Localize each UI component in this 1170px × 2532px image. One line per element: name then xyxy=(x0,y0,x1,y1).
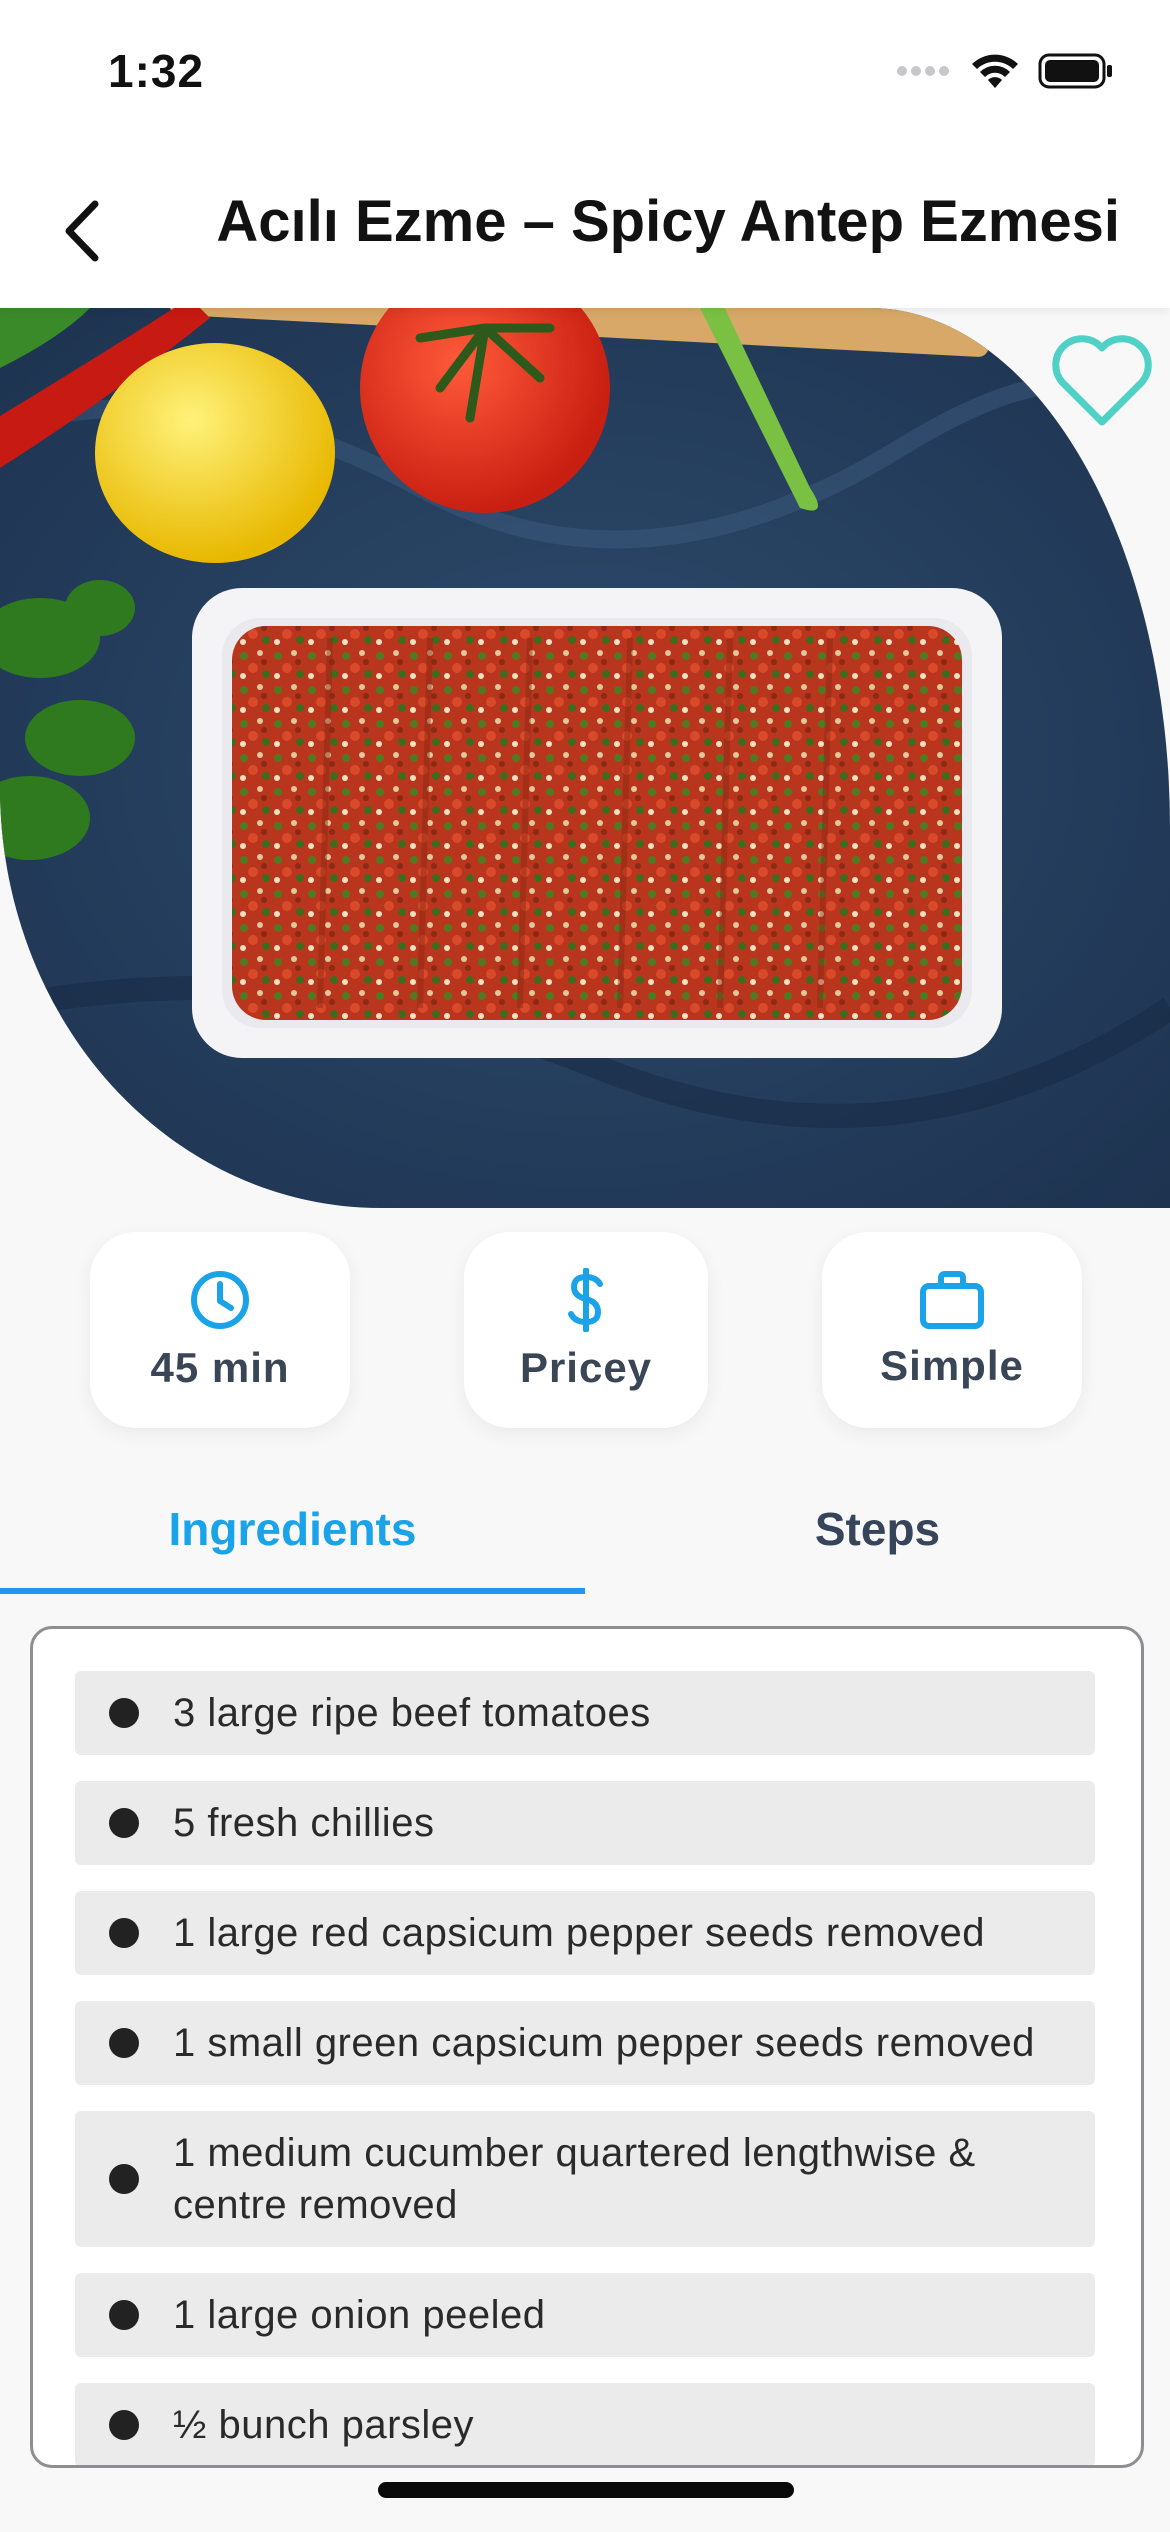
ingredient-text: 1 large red capsicum pepper seeds remove… xyxy=(173,1911,986,1955)
list-item: 3 large ripe beef tomatoes xyxy=(75,1671,1095,1755)
home-indicator[interactable] xyxy=(378,2482,794,2498)
duration-label: 45 min xyxy=(150,1344,290,1391)
list-item: ½ bunch parsley xyxy=(75,2383,1095,2465)
bullet-icon xyxy=(109,2300,139,2330)
bullet-icon xyxy=(109,1808,139,1838)
complexity-label: Simple xyxy=(880,1342,1024,1389)
ingredient-text: 3 large ripe beef tomatoes xyxy=(173,1691,651,1735)
ingredient-text: 1 medium cucumber quartered lengthwise &… xyxy=(173,2131,976,2227)
clock-icon xyxy=(191,1271,249,1329)
list-item: 1 medium cucumber quartered lengthwise &… xyxy=(75,2111,1095,2247)
ingredient-text: 1 small green capsicum pepper seeds remo… xyxy=(173,2021,1035,2065)
list-item: 1 large red capsicum pepper seeds remove… xyxy=(75,1891,1095,1975)
recipe-info-row: 45 min Pricey Simple xyxy=(0,1232,1170,1428)
complexity-card: Simple xyxy=(822,1232,1082,1428)
status-icons xyxy=(896,52,1114,90)
bullet-icon xyxy=(109,2164,139,2194)
active-tab-indicator xyxy=(0,1588,585,1594)
status-bar: 1:32 xyxy=(0,0,1170,150)
ingredient-text: ½ bunch parsley xyxy=(173,2403,475,2447)
back-button[interactable] xyxy=(36,186,126,276)
ingredient-text: 1 large onion peeled xyxy=(173,2293,546,2337)
tab-steps[interactable]: Steps xyxy=(585,1470,1170,1588)
tab-ingredients[interactable]: Ingredients xyxy=(0,1470,585,1588)
bullet-icon xyxy=(109,2410,139,2440)
favorite-button[interactable] xyxy=(1048,332,1156,432)
list-item: 1 small green capsicum pepper seeds remo… xyxy=(75,2001,1095,2085)
recipe-detail-screen: 1:32 Acılı Ezme – Spicy Antep Ezmesi 45 … xyxy=(0,0,1170,2532)
recipe-image xyxy=(0,308,1170,1208)
affordability-card: Pricey xyxy=(464,1232,708,1428)
status-time: 1:32 xyxy=(108,45,205,97)
signal-icon xyxy=(897,66,949,76)
list-item: 5 fresh chillies xyxy=(75,1781,1095,1865)
page-title: Acılı Ezme – Spicy Antep Ezmesi xyxy=(216,189,1120,254)
wifi-icon xyxy=(972,54,1018,88)
chevron-left-icon xyxy=(65,200,99,262)
list-item: 1 large onion peeled xyxy=(75,2273,1095,2357)
ingredients-list-inner: 3 large ripe beef tomatoes 5 fresh chill… xyxy=(75,1671,1095,2465)
bullet-icon xyxy=(109,2028,139,2058)
bullet-icon xyxy=(109,1698,139,1728)
bullet-icon xyxy=(109,1918,139,1948)
affordability-label: Pricey xyxy=(519,1344,653,1391)
battery-icon xyxy=(1038,53,1112,89)
heart-outline-icon xyxy=(1052,335,1152,426)
tab-bar: Ingredients Steps xyxy=(0,1470,1170,1594)
duration-card: 45 min xyxy=(90,1232,350,1428)
navigation-bar: Acılı Ezme – Spicy Antep Ezmesi xyxy=(0,150,1170,308)
briefcase-icon xyxy=(920,1271,984,1329)
ingredients-list[interactable]: 3 large ripe beef tomatoes 5 fresh chill… xyxy=(30,1626,1144,2468)
ingredient-text: 5 fresh chillies xyxy=(173,1801,435,1845)
dollar-icon xyxy=(568,1268,603,1332)
